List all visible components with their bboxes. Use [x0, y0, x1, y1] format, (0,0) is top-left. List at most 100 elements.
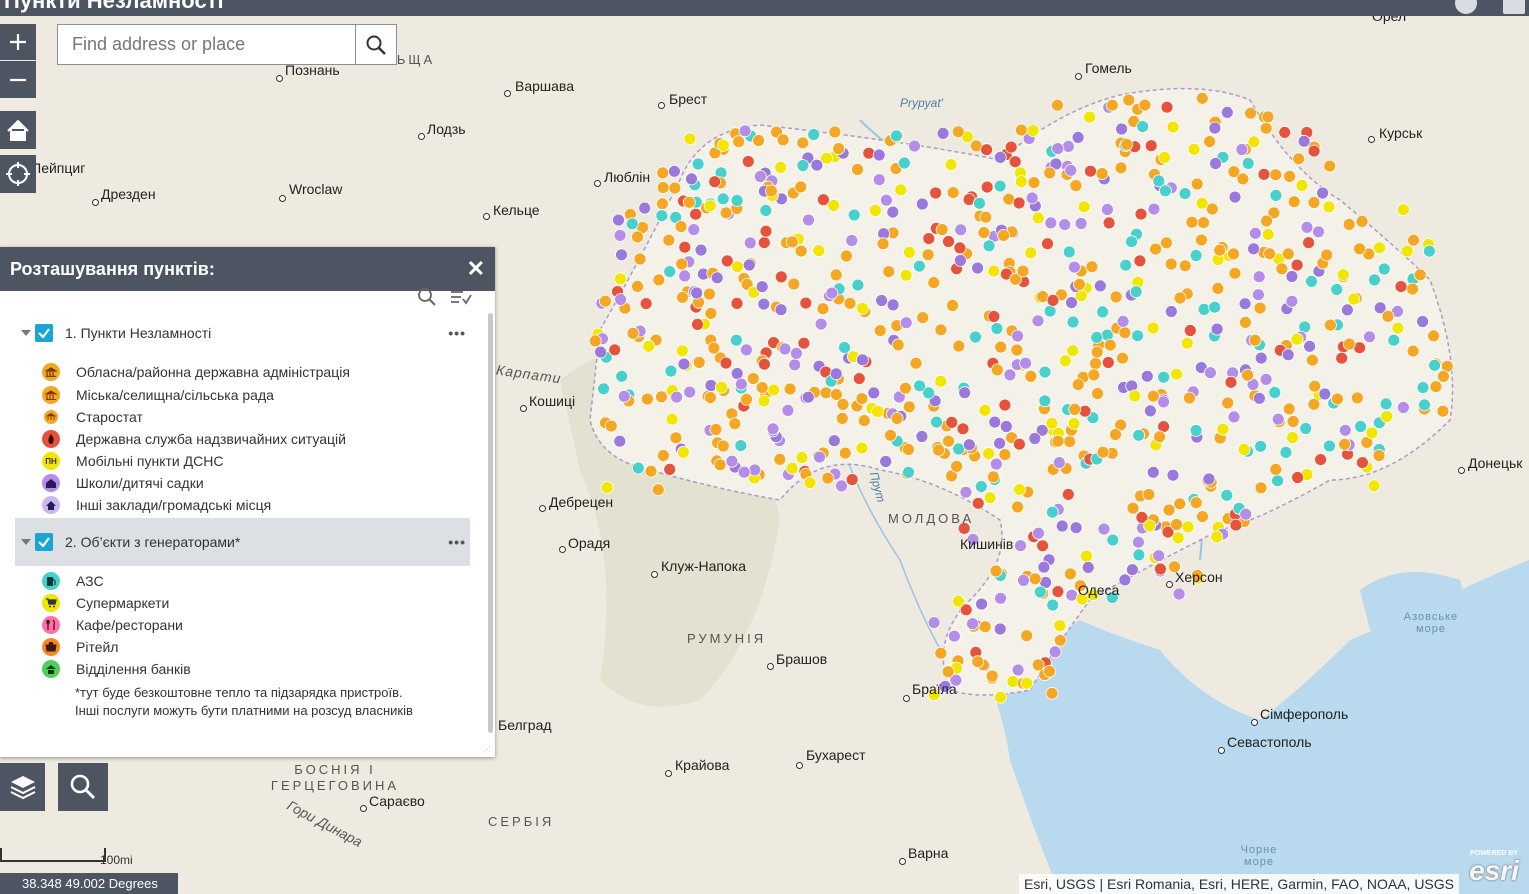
map-point-marker[interactable] [1307, 397, 1321, 411]
map-point-marker[interactable] [1356, 456, 1369, 470]
map-point-marker[interactable] [1096, 445, 1110, 459]
map-point-marker[interactable] [828, 125, 842, 139]
map-point-marker[interactable] [788, 358, 802, 372]
map-point-marker[interactable] [1183, 391, 1196, 405]
layer-checkbox[interactable] [35, 533, 53, 551]
map-point-marker[interactable] [1011, 329, 1024, 343]
map-point-marker[interactable] [971, 261, 984, 275]
map-point-marker[interactable] [1407, 233, 1420, 247]
map-point-marker[interactable] [948, 629, 961, 643]
map-point-marker[interactable] [886, 298, 900, 312]
map-point-marker[interactable] [974, 480, 988, 493]
map-point-marker[interactable] [1183, 324, 1197, 337]
map-point-marker[interactable] [599, 294, 612, 308]
map-point-marker[interactable] [1090, 345, 1104, 359]
map-point-marker[interactable] [1235, 143, 1249, 156]
map-point-marker[interactable] [1032, 526, 1045, 540]
map-point-marker[interactable] [989, 457, 1003, 471]
map-point-marker[interactable] [1394, 280, 1408, 294]
map-point-marker[interactable] [1132, 535, 1145, 549]
map-point-marker[interactable] [1281, 348, 1295, 362]
map-point-marker[interactable] [734, 439, 748, 453]
search-input[interactable] [58, 25, 356, 64]
map-point-marker[interactable] [830, 388, 843, 401]
map-point-marker[interactable] [746, 372, 760, 385]
map-point-marker[interactable] [1085, 260, 1099, 274]
map-point-marker[interactable] [1197, 302, 1211, 316]
map-point-marker[interactable] [993, 179, 1007, 193]
map-point-marker[interactable] [1101, 203, 1114, 216]
map-point-marker[interactable] [969, 330, 982, 344]
map-point-marker[interactable] [1379, 397, 1393, 411]
layers-button[interactable] [0, 763, 45, 811]
map-point-marker[interactable] [781, 403, 795, 417]
map-point-marker[interactable] [1008, 155, 1022, 169]
map-point-marker[interactable] [902, 400, 916, 414]
map-point-marker[interactable] [987, 470, 1000, 484]
map-point-marker[interactable] [626, 326, 640, 340]
map-point-marker[interactable] [1248, 333, 1262, 347]
map-point-marker[interactable] [1190, 177, 1204, 191]
map-point-marker[interactable] [814, 317, 828, 331]
map-point-marker[interactable] [1031, 314, 1045, 328]
map-point-marker[interactable] [1013, 437, 1026, 451]
map-point-marker[interactable] [1239, 507, 1253, 521]
map-point-marker[interactable] [909, 356, 923, 370]
expand-caret-icon[interactable] [21, 539, 31, 545]
map-point-marker[interactable] [1406, 282, 1419, 296]
map-point-marker[interactable] [1046, 598, 1060, 612]
map-point-marker[interactable] [641, 392, 654, 406]
map-point-marker[interactable] [845, 473, 859, 487]
map-point-marker[interactable] [1307, 144, 1321, 158]
map-point-marker[interactable] [758, 357, 771, 371]
map-point-marker[interactable] [973, 196, 986, 210]
map-point-marker[interactable] [1269, 462, 1283, 476]
map-point-marker[interactable] [759, 204, 773, 217]
map-point-marker[interactable] [716, 192, 730, 206]
more-options-icon[interactable]: ••• [448, 534, 466, 550]
map-point-marker[interactable] [916, 311, 930, 325]
map-point-marker[interactable] [683, 385, 697, 399]
map-point-marker[interactable] [807, 128, 821, 141]
map-point-marker[interactable] [884, 428, 897, 442]
map-point-marker[interactable] [677, 445, 690, 459]
map-point-marker[interactable] [1355, 214, 1369, 228]
map-point-marker[interactable] [1164, 305, 1178, 318]
map-point-marker[interactable] [1342, 337, 1356, 351]
map-point-marker[interactable] [703, 199, 717, 213]
map-point-marker[interactable] [1078, 404, 1092, 418]
map-point-marker[interactable] [730, 296, 744, 310]
map-point-marker[interactable] [1103, 338, 1117, 352]
map-point-marker[interactable] [1114, 161, 1128, 175]
map-point-marker[interactable] [612, 213, 625, 227]
map-point-marker[interactable] [1365, 426, 1379, 440]
map-point-marker[interactable] [615, 369, 629, 383]
map-point-marker[interactable] [1125, 235, 1138, 249]
resize-grip-icon[interactable]: ⋰ [483, 745, 491, 754]
map-point-marker[interactable] [958, 386, 972, 400]
map-point-marker[interactable] [1065, 296, 1078, 310]
map-point-marker[interactable] [678, 269, 692, 283]
map-point-marker[interactable] [1025, 191, 1039, 205]
map-point-marker[interactable] [776, 133, 790, 147]
map-point-marker[interactable] [1027, 176, 1041, 190]
map-point-marker[interactable] [1134, 207, 1148, 221]
map-point-marker[interactable] [1368, 273, 1381, 287]
map-point-marker[interactable] [1263, 247, 1276, 261]
map-point-marker[interactable] [1290, 258, 1304, 272]
map-point-marker[interactable] [994, 690, 1007, 704]
map-point-marker[interactable] [670, 390, 683, 404]
map-point-marker[interactable] [934, 323, 948, 337]
map-point-marker[interactable] [1074, 217, 1088, 230]
map-point-marker[interactable] [1066, 344, 1080, 358]
map-point-marker[interactable] [942, 434, 955, 448]
map-point-marker[interactable] [1342, 217, 1356, 231]
map-point-marker[interactable] [794, 180, 808, 194]
map-point-marker[interactable] [1227, 247, 1240, 261]
map-point-marker[interactable] [1051, 98, 1064, 112]
map-point-marker[interactable] [998, 448, 1012, 462]
map-point-marker[interactable] [1109, 428, 1122, 441]
map-point-marker[interactable] [845, 234, 859, 247]
map-point-marker[interactable] [675, 257, 689, 271]
map-point-marker[interactable] [676, 290, 689, 304]
